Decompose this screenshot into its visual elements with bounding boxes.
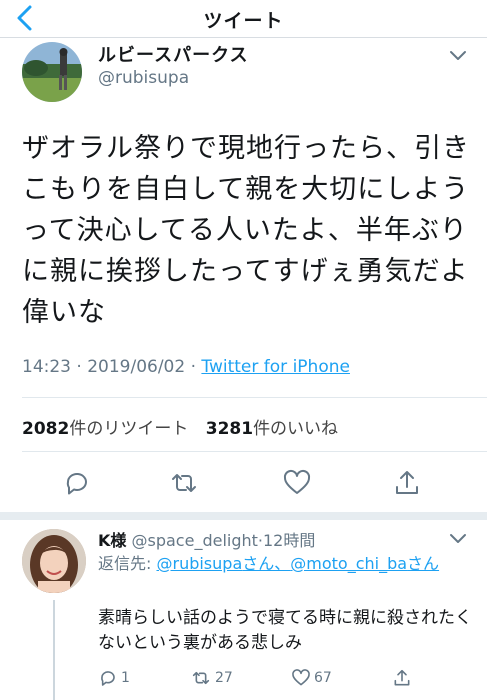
section-separator (0, 512, 487, 520)
like-count-label[interactable]: 件のいいね (253, 419, 338, 439)
chevron-down-icon[interactable] (449, 50, 467, 62)
reply-header: K様 @space_delight·12時間 (98, 527, 315, 551)
reply-share-button[interactable] (392, 668, 412, 690)
reply-text: 素晴らしい話のようで寝てる時に親に殺されたくないという裏がある悲しみ (98, 608, 472, 653)
tweet-text: ザオラル祭りで現地行ったら、引きこもりを自白して親を大切にしようって決心してる人… (22, 133, 470, 328)
tweet-stats: 2082件のリツイート 3281件のいいね (22, 414, 338, 439)
share-icon (394, 669, 410, 686)
reply-retweet-count: 27 (215, 670, 233, 686)
retweet-count[interactable]: 2082 (22, 419, 69, 439)
tweet-source-link[interactable]: Twitter for iPhone (201, 357, 350, 377)
reply-like-count: 67 (314, 670, 332, 686)
author-name[interactable]: ルビースパークス (98, 41, 249, 67)
reply-timestamp: ·12時間 (257, 531, 316, 550)
author-handle[interactable]: @rubisupa (98, 68, 189, 88)
reply-like-button[interactable]: 67 (291, 668, 332, 690)
reply-author-avatar[interactable] (22, 529, 86, 593)
retweet-icon (192, 671, 210, 685)
divider (22, 397, 487, 398)
author-avatar[interactable] (22, 42, 82, 102)
replying-to-honorific[interactable]: さん (407, 554, 439, 573)
share-icon[interactable] (392, 468, 422, 498)
like-count[interactable]: 3281 (206, 419, 253, 439)
thread-line (53, 600, 55, 700)
chevron-down-icon[interactable] (449, 533, 467, 545)
like-icon[interactable] (282, 468, 312, 498)
replying-to-user-link[interactable]: @moto_chi_ba (290, 554, 407, 573)
replying-to-user-link[interactable]: @rubisupa (156, 554, 242, 573)
reply-reply-button[interactable]: 1 (98, 668, 130, 690)
reply-reply-count: 1 (121, 670, 130, 686)
reply-author-name[interactable]: K様 (98, 531, 126, 550)
reply-retweet-button[interactable]: 27 (190, 668, 233, 690)
nav-bar: ツイート (0, 0, 487, 38)
reply-icon[interactable] (62, 468, 92, 498)
reply-author-handle[interactable]: @space_delight (132, 531, 258, 550)
replying-to: 返信先: @rubisupaさん、@moto_chi_baさん (98, 553, 478, 574)
tweet-meta: 14:23 · 2019/06/02 · Twitter for iPhone (22, 357, 350, 377)
retweet-icon[interactable] (169, 468, 199, 498)
replying-to-prefix: 返信先: (98, 554, 157, 573)
reply-icon (101, 671, 115, 686)
retweet-count-label[interactable]: 件のリツイート (69, 419, 188, 439)
replying-to-honorific[interactable]: さん、 (242, 554, 290, 573)
tweet-timestamp: 14:23 · 2019/06/02 · (22, 357, 202, 377)
divider (22, 451, 487, 452)
page-title: ツイート (203, 10, 284, 32)
like-icon (292, 669, 310, 686)
